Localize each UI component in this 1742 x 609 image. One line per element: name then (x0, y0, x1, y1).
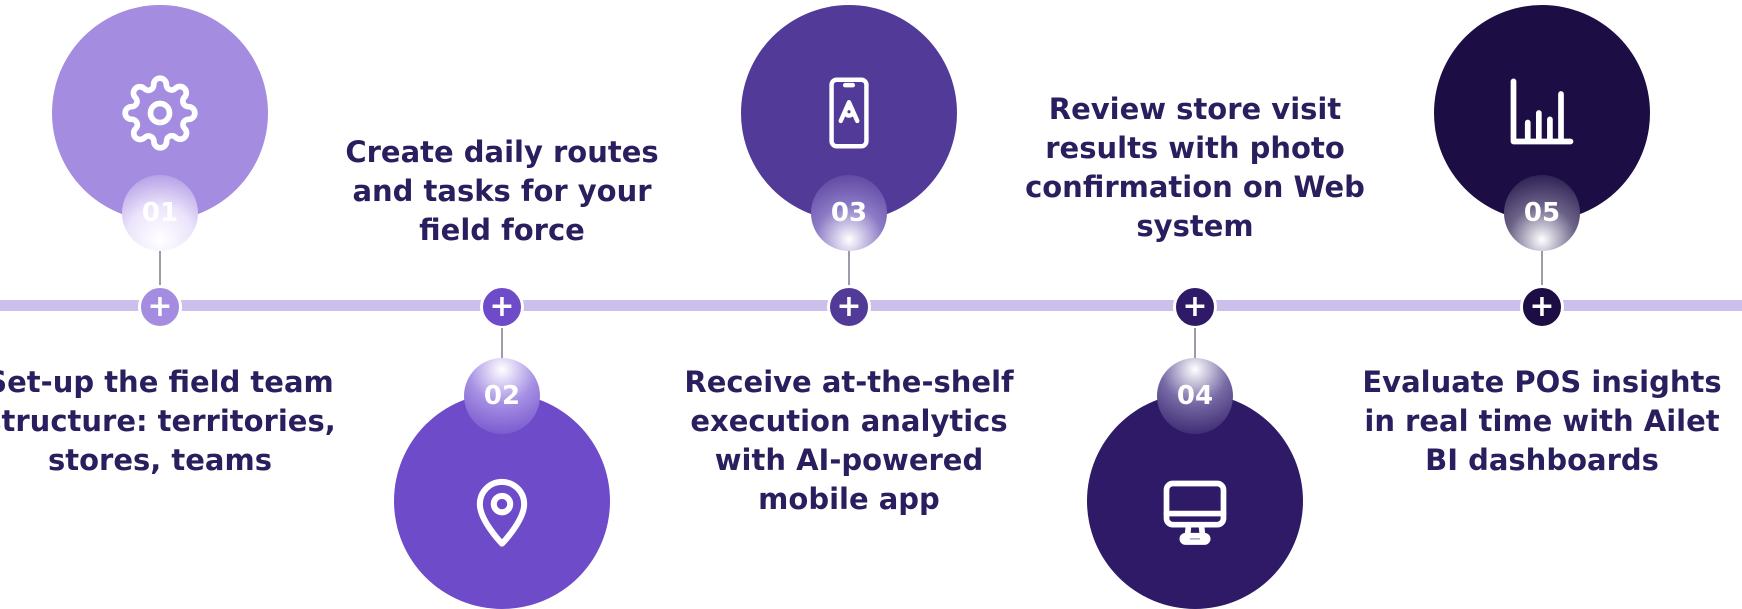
plus-node: + (1173, 285, 1217, 329)
step-description: Receive at-the-shelf execution analytics… (684, 365, 1014, 516)
step-description: Set-up the field team structure: territo… (0, 365, 336, 477)
mobile-app-icon (829, 77, 869, 149)
step-number-badge: 02 (464, 358, 540, 434)
step-02: Create daily routes and tasks for your f… (322, 0, 682, 609)
step-number-badge: 05 (1504, 175, 1580, 251)
step-description: Create daily routes and tasks for your f… (345, 135, 659, 247)
step-03: 03 + Receive at-the-shelf execution anal… (669, 0, 1029, 609)
step-04: Review store visit results with photo co… (1015, 0, 1375, 609)
step-01: 01 + Set-up the field team structure: te… (0, 0, 340, 609)
plus-node: + (1520, 285, 1564, 329)
connector-line (1194, 328, 1196, 360)
connector-line (848, 251, 850, 286)
bar-chart-icon (1510, 78, 1574, 145)
plus-node: + (480, 285, 524, 329)
monitor-icon (1163, 480, 1227, 545)
connector-line (1541, 251, 1543, 286)
step-number-badge: 01 (122, 175, 198, 251)
location-pin-icon (476, 478, 528, 547)
step-number-badge: 04 (1157, 358, 1233, 434)
gear-icon (122, 75, 198, 151)
plus-node: + (138, 285, 182, 329)
step-number-badge: 03 (811, 175, 887, 251)
connector-line (159, 251, 161, 286)
step-05: 05 + Evaluate POS insights in real time … (1362, 0, 1722, 609)
step-description: Evaluate POS insights in real time with … (1362, 365, 1722, 477)
connector-line (501, 328, 503, 360)
plus-node: + (827, 285, 871, 329)
step-description: Review store visit results with photo co… (1025, 92, 1365, 243)
